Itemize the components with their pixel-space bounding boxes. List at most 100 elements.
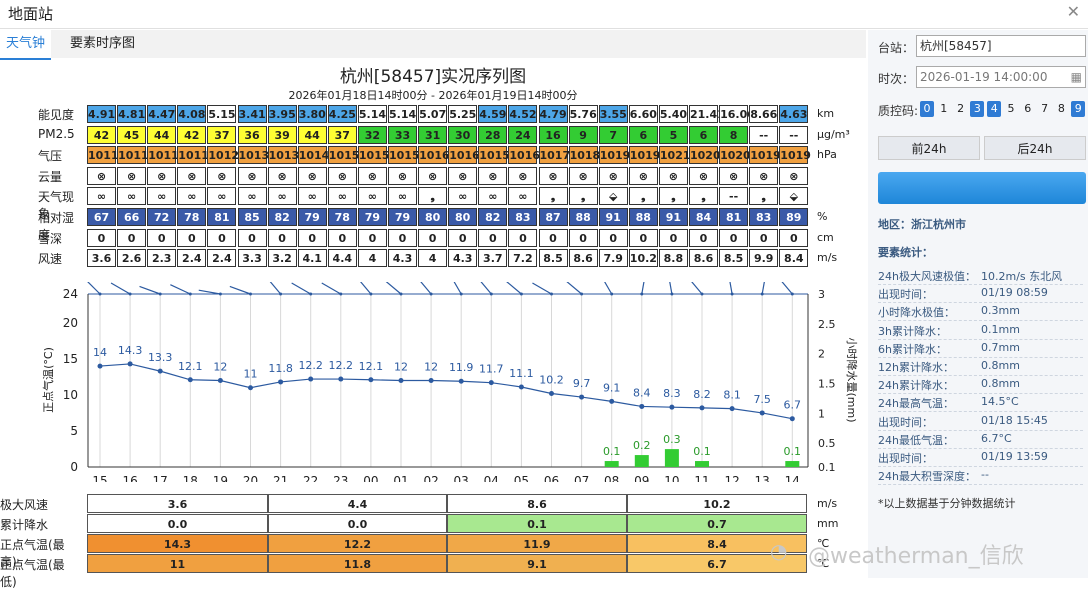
grid-cell: 3.7 bbox=[478, 249, 508, 268]
summary-cell: 3.6 bbox=[87, 494, 268, 513]
stat-separator bbox=[878, 284, 1083, 285]
stat-key: 6h累计降水： bbox=[878, 342, 947, 356]
grid-cell: ⊗ bbox=[689, 166, 718, 185]
summary-cell: 11.9 bbox=[447, 534, 627, 553]
grid-cell: 3.80 bbox=[297, 105, 327, 123]
grid-cell: 1018 bbox=[568, 146, 600, 165]
grid-cell: 79 bbox=[297, 208, 327, 226]
grid-cell: 0 bbox=[598, 228, 628, 247]
grid-cell: 89 bbox=[779, 208, 809, 226]
stat-key: 出现时间： bbox=[878, 452, 933, 465]
qc-code[interactable]: 1 bbox=[937, 101, 951, 117]
wind-barb bbox=[480, 282, 492, 295]
qc-code[interactable]: 7 bbox=[1038, 101, 1052, 117]
close-icon[interactable]: ✕ bbox=[1067, 2, 1080, 21]
grid-cell: ⊗ bbox=[658, 166, 688, 185]
stat-separator bbox=[878, 484, 1083, 486]
tab-weather-clock[interactable]: 天气钟 bbox=[0, 30, 52, 60]
qc-code[interactable]: 6 bbox=[1021, 101, 1035, 117]
wind-barb bbox=[669, 282, 673, 295]
wind-barb bbox=[269, 282, 282, 295]
summary-cell: 4.4 bbox=[268, 494, 447, 513]
grid-cell: 3.2 bbox=[267, 249, 297, 268]
grid-cell: 82 bbox=[267, 208, 297, 226]
x-tick-label: 06 bbox=[544, 474, 559, 482]
y-tick-label: 15 bbox=[63, 352, 78, 366]
stat-row: 24h最大积雪深度： -- bbox=[878, 468, 1086, 484]
x-tick-label: 10 bbox=[664, 474, 679, 482]
time-input[interactable]: 2026-01-19 14:00:00 ▦ bbox=[916, 66, 1086, 88]
tab-element-series[interactable]: 要素时序图 bbox=[64, 30, 141, 58]
x-tick-label: 20 bbox=[243, 474, 258, 482]
qc-code[interactable]: 0 bbox=[920, 101, 934, 117]
grid-cell: 2.4 bbox=[177, 249, 207, 268]
precip-label: 0.3 bbox=[663, 433, 681, 446]
grid-cell: 45 bbox=[117, 125, 147, 144]
qc-code[interactable]: 4 bbox=[987, 101, 1002, 117]
summary-cell: 11.8 bbox=[268, 554, 447, 573]
stat-separator bbox=[878, 375, 1083, 376]
next-24h-button[interactable]: 后24h bbox=[984, 136, 1086, 160]
x-tick-label: 04 bbox=[484, 474, 499, 482]
grid-cell: 0 bbox=[177, 228, 207, 247]
temperature-label: 12 bbox=[424, 361, 438, 374]
calendar-icon[interactable]: ▦ bbox=[1071, 68, 1082, 86]
grid-cell: -- bbox=[749, 125, 779, 144]
x-tick-label: 13 bbox=[755, 474, 770, 482]
wind-barb-base bbox=[158, 292, 162, 296]
wind-barb-base bbox=[610, 292, 614, 296]
watermark: @weatherman_信欣 bbox=[808, 544, 1024, 569]
qc-code[interactable]: 3 bbox=[970, 101, 985, 117]
wind-barb bbox=[385, 282, 402, 295]
grid-cell: 1016 bbox=[508, 146, 540, 165]
summary-cell: 8.6 bbox=[447, 494, 627, 513]
temperature-label: 7.5 bbox=[753, 393, 771, 406]
prev-24h-button[interactable]: 前24h bbox=[878, 136, 980, 160]
x-tick-label: 22 bbox=[303, 474, 318, 482]
grid-cell: 0 bbox=[658, 228, 688, 247]
grid-cell: ❟ bbox=[628, 187, 658, 206]
grid-cell: 4.59 bbox=[478, 105, 508, 123]
summary-row-label: 累计降水 bbox=[0, 518, 49, 532]
x-tick-label: 21 bbox=[273, 474, 288, 482]
temperature-point bbox=[759, 410, 765, 416]
qc-code[interactable]: 8 bbox=[1054, 101, 1068, 117]
stat-separator bbox=[878, 429, 1083, 431]
qc-code[interactable]: 2 bbox=[954, 101, 968, 117]
qc-label: 质控码: bbox=[878, 104, 919, 118]
stat-separator bbox=[878, 393, 1083, 395]
summary-cell: 11 bbox=[87, 554, 268, 573]
summary-cell: 0.0 bbox=[268, 514, 447, 533]
grid-cell: -- bbox=[719, 187, 749, 206]
grid-cell: 9 bbox=[568, 125, 598, 144]
temperature-point bbox=[97, 363, 103, 369]
temperature-label: 12.2 bbox=[298, 359, 323, 372]
wind-barb-base bbox=[550, 292, 553, 296]
row-label: 风速 bbox=[38, 252, 63, 267]
grid-cell: 87 bbox=[538, 208, 568, 226]
qc-code[interactable]: 5 bbox=[1004, 101, 1018, 117]
qc-code[interactable]: 9 bbox=[1071, 101, 1086, 117]
grid-cell: 81 bbox=[207, 208, 237, 226]
grid-cell: 4.79 bbox=[538, 105, 568, 123]
blue-action-bar[interactable] bbox=[878, 172, 1086, 204]
grid-cell: 1020 bbox=[689, 146, 721, 165]
x-tick-label: 09 bbox=[634, 474, 649, 482]
x-tick-label: 15 bbox=[92, 474, 107, 482]
grid-cell: 88 bbox=[628, 208, 658, 226]
y2-tick-label: 1.5 bbox=[818, 377, 836, 390]
grid-cell: 0 bbox=[388, 228, 417, 247]
grid-cell: 1011 bbox=[147, 146, 179, 165]
wind-barb bbox=[87, 282, 101, 295]
grid-cell: ⊗ bbox=[719, 166, 749, 185]
temperature-label: 11 bbox=[244, 368, 258, 381]
precip-bar bbox=[695, 461, 709, 467]
station-input[interactable]: 杭州[58457] bbox=[916, 35, 1086, 57]
grid-cell: 4.3 bbox=[388, 249, 417, 268]
x-tick-label: 16 bbox=[122, 474, 137, 482]
stat-row: 24h极大风速极值： 10.2m/s 东北风 bbox=[878, 268, 1086, 284]
wind-barb-base bbox=[309, 292, 313, 296]
grid-cell: ∞ bbox=[237, 187, 267, 206]
temperature-point bbox=[248, 385, 253, 391]
stat-key: 小时降水极值： bbox=[878, 306, 955, 320]
